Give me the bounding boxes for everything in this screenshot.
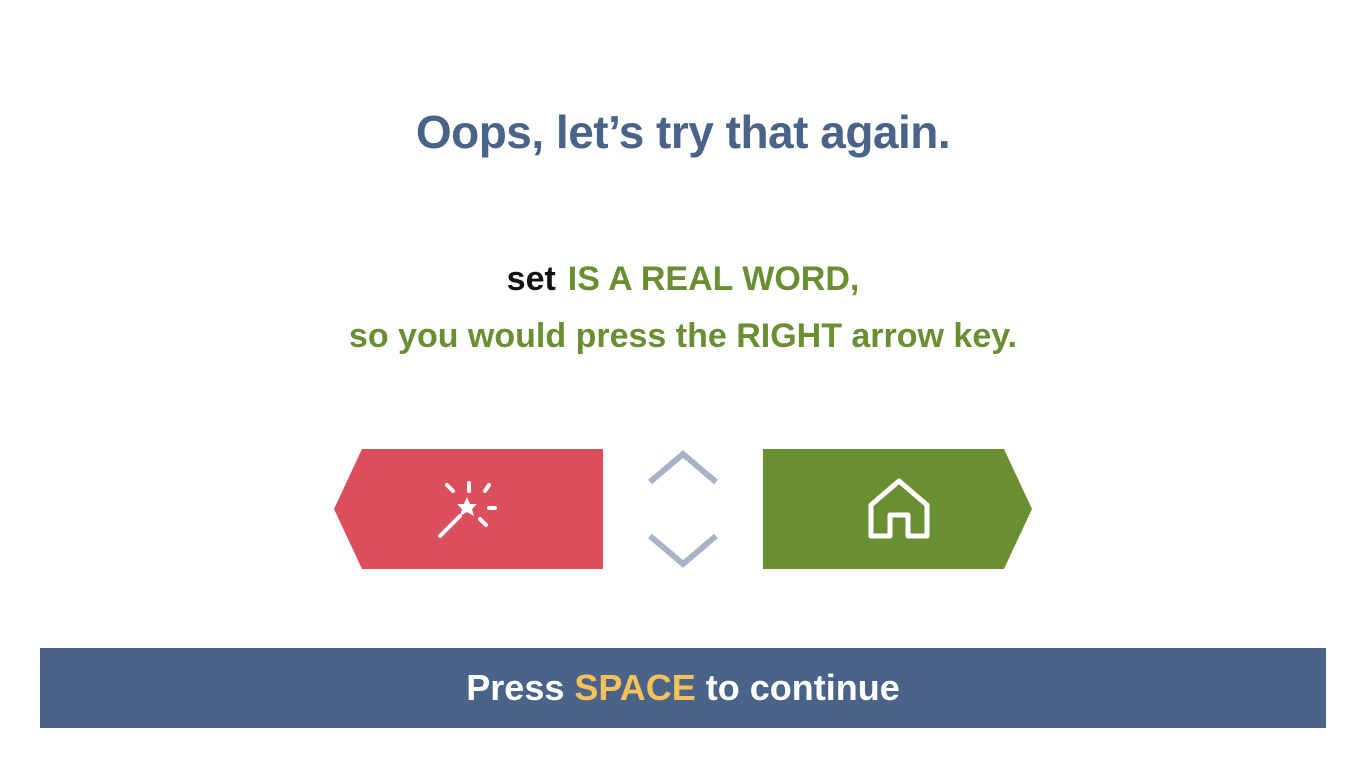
continue-suffix: to continue xyxy=(705,667,900,708)
right-arrow-button[interactable] xyxy=(763,449,1032,569)
chevron-up-icon xyxy=(648,450,718,485)
continue-bar[interactable]: Press SPACE to continue xyxy=(40,648,1326,728)
continue-prefix: Press xyxy=(466,667,565,708)
stimulus-word: set xyxy=(506,260,556,298)
space-key-label: SPACE xyxy=(574,667,696,708)
left-button-shape xyxy=(334,449,603,569)
feedback-line: set IS A REAL WORD, xyxy=(0,260,1366,299)
chevron-down-icon xyxy=(648,533,718,568)
verdict-text: IS A REAL WORD, xyxy=(567,260,860,298)
right-button-shape xyxy=(763,449,1032,569)
left-arrow-button[interactable] xyxy=(334,449,603,569)
instruction-text: so you would press the RIGHT arrow key. xyxy=(348,317,1018,355)
page-title: Oops, let’s try that again. xyxy=(415,106,951,158)
up-down-chevrons xyxy=(648,450,718,568)
feedback-screen: Oops, let’s try that again. set IS A REAL… xyxy=(0,0,1366,768)
